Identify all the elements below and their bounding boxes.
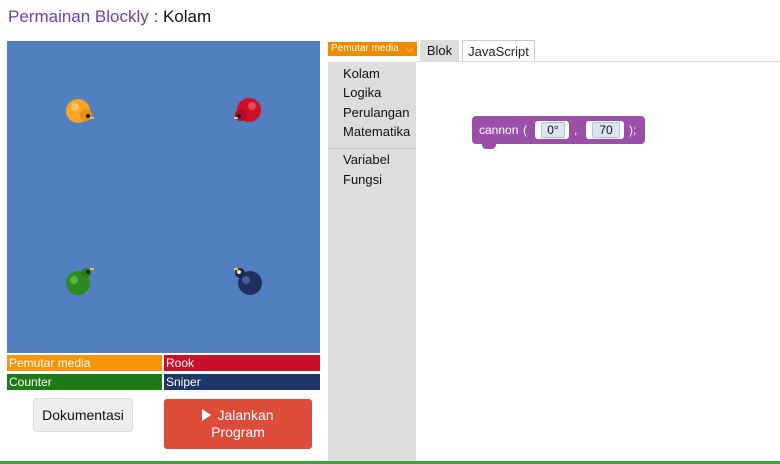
toolbox-category-logika[interactable]: Logika — [343, 85, 381, 101]
range-field[interactable]: 70 — [592, 122, 620, 138]
angle-field[interactable]: 0° — [541, 122, 565, 138]
player-select-value: Pemutar media — [331, 43, 399, 54]
toolbox-category-matematika[interactable]: Matematika — [343, 124, 410, 140]
pond-canvas — [7, 41, 320, 353]
chevron-down-icon: ⌵ — [406, 44, 413, 54]
game-name: Kolam — [162, 7, 212, 26]
tab-javascript[interactable]: JavaScript — [462, 40, 535, 61]
title-separator: : — [148, 7, 163, 26]
cannon-block[interactable]: cannon ( 0° , 70 ); — [472, 116, 645, 149]
duck-navy-icon — [231, 264, 265, 298]
legend-player-rook: Rook — [164, 355, 320, 371]
page-title: Permainan Blockly : Kolam — [8, 7, 211, 27]
legend-player-pemutar-media: Pemutar media — [7, 355, 162, 371]
toolbox-category-perulangan[interactable]: Perulangan — [343, 105, 410, 121]
run-button-label-line2: Program — [211, 424, 265, 440]
run-program-button[interactable]: Jalankan Program — [164, 399, 312, 449]
tab-blocks[interactable]: Blok — [420, 40, 459, 61]
block-toolbox: Kolam Logika Perulangan Matematika Varia… — [328, 62, 416, 462]
toolbox-category-variabel[interactable]: Variabel — [343, 152, 390, 168]
legend-player-sniper: Sniper — [164, 374, 320, 390]
toolbox-separator — [328, 148, 416, 149]
player-select-dropdown[interactable]: Pemutar media ⌵ — [328, 42, 417, 56]
toolbox-category-fungsi[interactable]: Fungsi — [343, 172, 382, 188]
run-button-label-line1: Jalankan — [217, 407, 274, 423]
duck-orange-icon — [63, 94, 97, 128]
play-icon — [202, 409, 212, 421]
legend-player-counter: Counter — [7, 374, 162, 390]
cannon-comma: , — [574, 123, 578, 137]
cannon-block-label: cannon — [479, 123, 519, 137]
duck-green-icon — [63, 264, 97, 298]
app-name-link[interactable]: Permainan Blockly — [8, 7, 149, 26]
cannon-close-paren: ); — [629, 123, 637, 137]
toolbox-category-kolam[interactable]: Kolam — [343, 66, 380, 82]
cannon-open-paren: ( — [523, 123, 527, 137]
page: Permainan Blockly : Kolam Pemutar media … — [0, 0, 780, 464]
documentation-button[interactable]: Dokumentasi — [33, 398, 133, 432]
duck-red-icon — [231, 94, 265, 128]
